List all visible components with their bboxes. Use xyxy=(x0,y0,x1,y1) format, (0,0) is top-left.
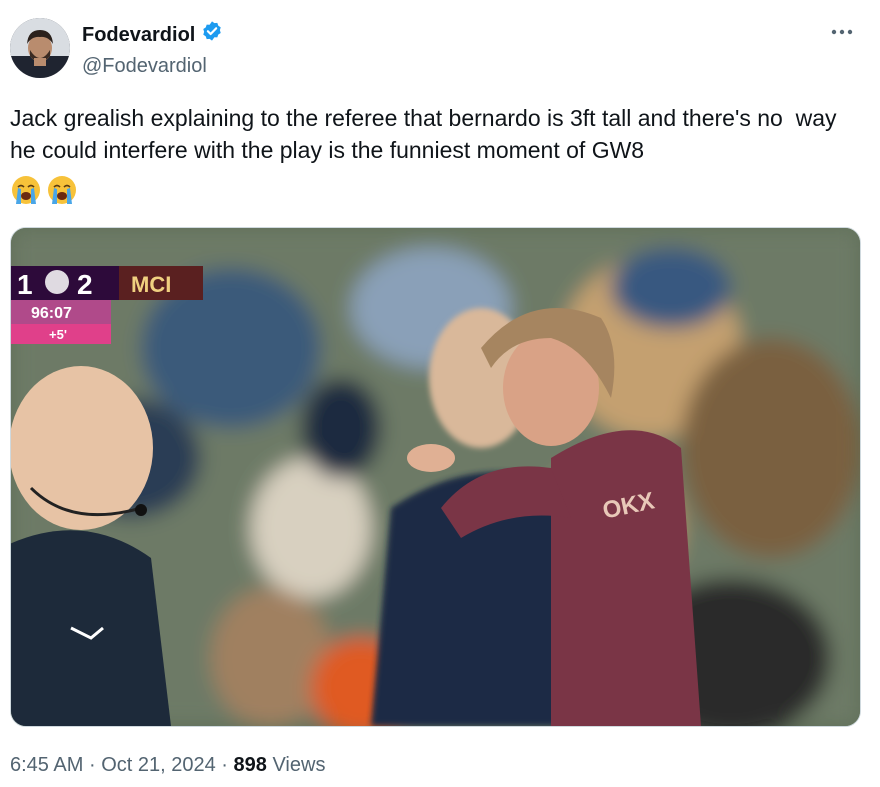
post-header: Fodevardiol @Fodevardiol xyxy=(10,18,870,82)
loudly-crying-face-icon xyxy=(10,174,42,208)
match-clock: 96:07 xyxy=(31,305,72,322)
post-time[interactable]: 6:45 AM xyxy=(10,754,83,776)
meta-separator: · xyxy=(88,754,96,776)
away-score: 2 xyxy=(77,269,93,300)
away-team: MCI xyxy=(131,272,171,297)
avatar[interactable] xyxy=(10,18,70,78)
verified-badge-icon xyxy=(201,20,223,49)
post-text: Jack grealish explaining to the referee … xyxy=(10,105,843,163)
views-label: Views xyxy=(272,754,326,776)
author-name-row[interactable]: Fodevardiol xyxy=(82,20,223,49)
post-date[interactable]: Oct 21, 2024 xyxy=(101,754,216,776)
meta-separator: · xyxy=(221,754,228,776)
home-score: 1 xyxy=(17,269,33,300)
loudly-crying-face-icon xyxy=(46,174,78,208)
author-display-name[interactable]: Fodevardiol xyxy=(82,22,195,48)
added-time: +5' xyxy=(49,327,67,342)
post-meta: 6:45 AM · Oct 21, 2024 · 898 Views xyxy=(10,752,325,778)
post-emojis xyxy=(10,174,78,208)
views-count[interactable]: 898 xyxy=(234,754,267,776)
post-media-image[interactable]: OKX 1 2 MCI 96:07 +5' xyxy=(10,227,861,727)
more-horizontal-icon[interactable] xyxy=(828,22,856,42)
author-handle[interactable]: @Fodevardiol xyxy=(82,53,223,79)
